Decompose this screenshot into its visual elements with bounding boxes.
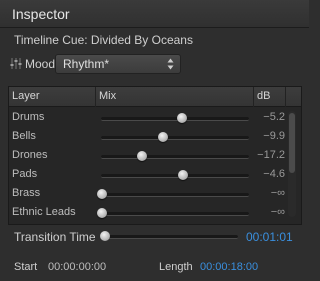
table-row[interactable]: Brass −∞ xyxy=(9,185,287,204)
layer-name: Pads xyxy=(12,168,38,180)
mix-slider[interactable] xyxy=(101,136,249,140)
mix-slider[interactable] xyxy=(101,193,249,197)
layer-table: Layer Mix dB Drums −5.2 Bells −9.9 Drones −17… xyxy=(8,86,302,225)
transition-time-slider[interactable] xyxy=(100,235,238,239)
db-value: −∞ xyxy=(270,187,285,199)
layer-name: Drones xyxy=(12,149,48,161)
db-value: −17.2 xyxy=(257,149,285,161)
mix-slider-knob[interactable] xyxy=(157,132,168,142)
mix-slider[interactable] xyxy=(101,117,249,121)
table-row[interactable]: Bells −9.9 xyxy=(9,128,287,147)
mix-slider-knob[interactable] xyxy=(136,151,147,161)
header-divider xyxy=(95,87,96,107)
db-value: −5.2 xyxy=(263,111,285,123)
mix-slider[interactable] xyxy=(101,174,249,178)
transition-time-label: Transition Time xyxy=(14,230,96,244)
table-header: Layer Mix dB xyxy=(9,87,301,107)
mix-slider-knob[interactable] xyxy=(97,208,107,218)
title-bar: Inspector xyxy=(0,0,309,28)
start-value: 00:00:00:00 xyxy=(48,261,107,273)
mix-slider[interactable] xyxy=(101,212,249,216)
transition-time-slider-knob[interactable] xyxy=(100,231,111,241)
header-divider xyxy=(285,87,286,107)
db-value: −9.9 xyxy=(263,130,285,142)
window-title: Inspector xyxy=(12,6,70,22)
header-divider xyxy=(253,87,254,107)
db-value: −∞ xyxy=(270,206,285,218)
mix-slider-knob[interactable] xyxy=(178,170,189,180)
table-row[interactable]: Ethnic Leads −∞ xyxy=(9,204,287,223)
layer-name: Drums xyxy=(12,111,45,123)
header-layer[interactable]: Layer xyxy=(12,90,40,102)
layer-name: Ethnic Leads xyxy=(12,206,76,218)
start-label: Start xyxy=(14,261,38,273)
transition-time-value[interactable]: 00:01:01 xyxy=(246,230,293,244)
length-label: Length xyxy=(159,261,193,273)
db-value: −4.6 xyxy=(263,168,285,180)
table-scrollbar[interactable] xyxy=(288,111,296,217)
layer-name: Bells xyxy=(12,130,36,142)
timeline-cue-label: Timeline Cue: Divided By Oceans xyxy=(14,33,193,47)
mix-slider[interactable] xyxy=(101,155,249,159)
mood-select[interactable]: Rhythm* xyxy=(55,54,181,74)
mix-slider-knob[interactable] xyxy=(176,113,187,123)
table-row[interactable]: Drums −5.2 xyxy=(9,109,287,128)
sliders-icon xyxy=(10,58,22,69)
header-mix[interactable]: Mix xyxy=(99,90,116,102)
mood-label: Mood xyxy=(25,57,56,71)
scrollbar-thumb[interactable] xyxy=(289,113,295,173)
table-row[interactable]: Pads −4.6 xyxy=(9,166,287,185)
mood-selected-value: Rhythm* xyxy=(63,57,110,71)
table-row[interactable]: Drones −17.2 xyxy=(9,147,287,166)
mix-slider-knob[interactable] xyxy=(97,189,107,199)
length-value[interactable]: 00:00:18:00 xyxy=(200,261,258,273)
header-db[interactable]: dB xyxy=(257,90,270,102)
layer-name: Brass xyxy=(12,187,41,199)
updown-arrows-icon xyxy=(167,58,174,70)
